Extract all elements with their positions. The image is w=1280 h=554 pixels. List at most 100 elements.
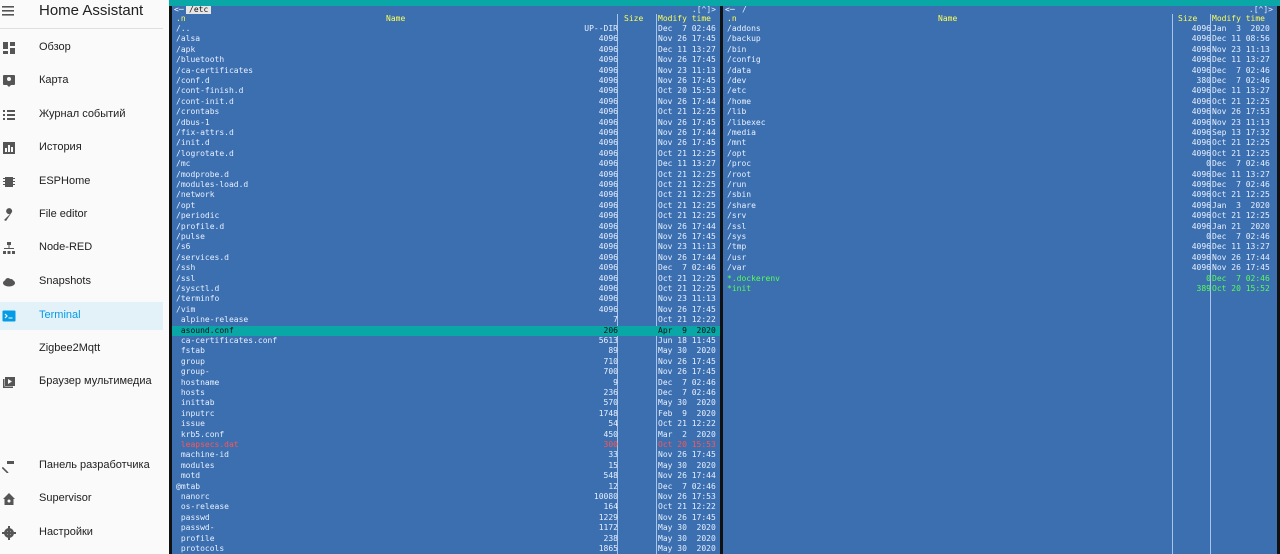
file-row[interactable]: /lib 4096 Nov 26 17:53: [723, 107, 1277, 117]
name-column-header[interactable]: Name: [938, 14, 957, 23]
file-row[interactable]: /ssl 4096 Jan 21 2020: [723, 222, 1277, 232]
file-row[interactable]: passwd 1229 Nov 26 17:45: [172, 513, 720, 523]
file-row[interactable]: krb5.conf 450 Mar 2 2020: [172, 430, 720, 440]
file-row[interactable]: /media 4096 Sep 13 17:32: [723, 128, 1277, 138]
file-row[interactable]: *.dockerenv 0 Dec 7 02:46: [723, 274, 1277, 284]
sidebar-item-developer-tools[interactable]: Панель разработчика: [0, 452, 163, 480]
sidebar-item-zigbee2mqtt[interactable]: Zigbee2Mqtt: [0, 335, 163, 363]
file-row[interactable]: leapsecs.dat 300 Oct 20 15:53: [172, 440, 720, 450]
sidebar-item-settings[interactable]: Настройки: [0, 519, 163, 547]
file-row[interactable]: fstab 89 May 30 2020: [172, 346, 720, 356]
file-row[interactable]: hostname 9 Dec 7 02:46: [172, 378, 720, 388]
sidebar-item-history[interactable]: История: [0, 134, 163, 162]
file-row[interactable]: motd 548 Nov 26 17:44: [172, 471, 720, 481]
file-row[interactable]: /fix-attrs.d 4096 Nov 26 17:44: [172, 128, 720, 138]
file-row[interactable]: inittab 570 May 30 2020: [172, 398, 720, 408]
file-row[interactable]: /vim 4096 Nov 26 17:45: [172, 305, 720, 315]
file-row[interactable]: /sbin 4096 Oct 21 12:25: [723, 190, 1277, 200]
file-row[interactable]: /pulse 4096 Nov 26 17:45: [172, 232, 720, 242]
file-row[interactable]: /ca-certificates 4096 Nov 23 11:13: [172, 66, 720, 76]
time-column-header[interactable]: Modify time: [1212, 14, 1265, 23]
file-row[interactable]: group- 700 Nov 26 17:45: [172, 367, 720, 377]
file-row[interactable]: /root 4096 Dec 11 13:27: [723, 170, 1277, 180]
file-row[interactable]: /addons 4096 Jan 3 2020: [723, 24, 1277, 34]
file-row[interactable]: /sys 0 Dec 7 02:46: [723, 232, 1277, 242]
file-row[interactable]: /network 4096 Oct 21 12:25: [172, 190, 720, 200]
file-row[interactable]: /cont-init.d 4096 Nov 26 17:44: [172, 97, 720, 107]
panel-nav-controls[interactable]: .[^]>: [1249, 6, 1273, 14]
file-row[interactable]: profile 238 May 30 2020: [172, 534, 720, 544]
sidebar-item-map[interactable]: Карта: [0, 67, 163, 95]
file-row-selected[interactable]: asound.conf 206 Apr 9 2020: [172, 325, 720, 336]
file-row[interactable]: /bluetooth 4096 Nov 26 17:45: [172, 55, 720, 65]
file-row[interactable]: /init.d 4096 Nov 26 17:45: [172, 138, 720, 148]
file-row[interactable]: /opt 4096 Oct 21 12:25: [172, 201, 720, 211]
sort-key-header[interactable]: .n: [176, 14, 186, 23]
file-row[interactable]: /bin 4096 Nov 23 11:13: [723, 45, 1277, 55]
file-row[interactable]: /services.d 4096 Nov 26 17:44: [172, 253, 720, 263]
file-row[interactable]: /dbus-1 4096 Nov 26 17:45: [172, 118, 720, 128]
file-row[interactable]: hosts 236 Dec 7 02:46: [172, 388, 720, 398]
sidebar-item-node-red[interactable]: Node-RED: [0, 234, 163, 262]
file-row[interactable]: inputrc 1748 Feb 9 2020: [172, 409, 720, 419]
file-row[interactable]: /etc 4096 Dec 11 13:27: [723, 86, 1277, 96]
terminal-window[interactable]: <─ /etc .[^]> .n Name Size Modify time /…: [169, 0, 1280, 554]
file-row[interactable]: /backup 4096 Dec 11 08:56: [723, 34, 1277, 44]
file-row[interactable]: /libexec 4096 Nov 23 11:13: [723, 118, 1277, 128]
file-row[interactable]: /var 4096 Nov 26 17:45: [723, 263, 1277, 273]
file-row[interactable]: /home 4096 Oct 21 12:25: [723, 97, 1277, 107]
file-row[interactable]: /srv 4096 Oct 21 12:25: [723, 211, 1277, 221]
left-file-panel[interactable]: <─ /etc .[^]> .n Name Size Modify time /…: [172, 6, 720, 554]
file-row[interactable]: /crontabs 4096 Oct 21 12:25: [172, 107, 720, 117]
size-column-header[interactable]: Size: [1178, 14, 1197, 23]
file-row[interactable]: ca-certificates.conf 5613 Jun 18 11:45: [172, 336, 720, 346]
file-row[interactable]: /sysctl.d 4096 Oct 21 12:25: [172, 284, 720, 294]
file-row[interactable]: /.. UP--DIR Dec 7 02:46: [172, 24, 720, 34]
size-column-header[interactable]: Size: [624, 14, 643, 23]
sidebar-item-snapshots[interactable]: Snapshots: [0, 268, 163, 296]
file-row[interactable]: /s6 4096 Nov 23 11:13: [172, 242, 720, 252]
file-row[interactable]: protocols 1865 May 30 2020: [172, 544, 720, 554]
file-row[interactable]: machine-id 33 Nov 26 17:45: [172, 450, 720, 460]
file-row[interactable]: /apk 4096 Dec 11 13:27: [172, 45, 720, 55]
file-row[interactable]: os-release 164 Oct 21 12:22: [172, 502, 720, 512]
file-row[interactable]: /share 4096 Jan 3 2020: [723, 201, 1277, 211]
file-row[interactable]: /cont-finish.d 4096 Oct 20 15:53: [172, 86, 720, 96]
sidebar-item-esphome[interactable]: ESPHome: [0, 168, 163, 196]
name-column-header[interactable]: Name: [386, 14, 405, 23]
panel-nav-controls[interactable]: .[^]>: [692, 6, 716, 14]
panel-corner-left[interactable]: <─: [725, 6, 735, 14]
file-row[interactable]: /terminfo 4096 Nov 23 11:13: [172, 294, 720, 304]
file-row[interactable]: group 710 Nov 26 17:45: [172, 357, 720, 367]
file-row[interactable]: /mc 4096 Dec 11 13:27: [172, 159, 720, 169]
file-row[interactable]: /dev 380 Dec 7 02:46: [723, 76, 1277, 86]
file-row[interactable]: passwd- 1172 May 30 2020: [172, 523, 720, 533]
file-row[interactable]: *init 389 Oct 20 15:52: [723, 284, 1277, 294]
sidebar-item-media-browser[interactable]: Браузер мультимедиа: [0, 368, 163, 396]
file-row[interactable]: /tmp 4096 Dec 11 13:27: [723, 242, 1277, 252]
sidebar-item-supervisor[interactable]: Supervisor: [0, 485, 163, 513]
sidebar-item-logbook[interactable]: Журнал событий: [0, 101, 163, 129]
file-row[interactable]: /ssl 4096 Oct 21 12:25: [172, 274, 720, 284]
sort-key-header[interactable]: .n: [727, 14, 737, 23]
file-row[interactable]: /modules-load.d 4096 Oct 21 12:25: [172, 180, 720, 190]
file-row[interactable]: nanorc 10080 Nov 26 17:53: [172, 492, 720, 502]
file-row[interactable]: @mtab 12 Dec 7 02:46: [172, 482, 720, 492]
menu-icon[interactable]: [0, 3, 16, 19]
file-row[interactable]: /periodic 4096 Oct 21 12:25: [172, 211, 720, 221]
file-row[interactable]: issue 54 Oct 21 12:22: [172, 419, 720, 429]
file-row[interactable]: /modprobe.d 4096 Oct 21 12:25: [172, 170, 720, 180]
sidebar-item-file-editor[interactable]: File editor: [0, 201, 163, 229]
right-file-panel[interactable]: <─ / .[^]> .n Name Size Modify time /add…: [723, 6, 1277, 554]
time-column-header[interactable]: Modify time: [658, 14, 711, 23]
file-row[interactable]: /ssh 4096 Dec 7 02:46: [172, 263, 720, 273]
file-row[interactable]: /opt 4096 Oct 21 12:25: [723, 149, 1277, 159]
file-row[interactable]: modules 15 May 30 2020: [172, 461, 720, 471]
file-row[interactable]: /data 4096 Dec 7 02:46: [723, 66, 1277, 76]
file-row[interactable]: /mnt 4096 Oct 21 12:25: [723, 138, 1277, 148]
file-row[interactable]: /run 4096 Dec 7 02:46: [723, 180, 1277, 190]
panel-corner-left[interactable]: <─: [174, 6, 184, 14]
sidebar-item-overview[interactable]: Обзор: [0, 34, 163, 62]
file-row[interactable]: /logrotate.d 4096 Oct 21 12:25: [172, 149, 720, 159]
file-row[interactable]: /conf.d 4096 Nov 26 17:45: [172, 76, 720, 86]
